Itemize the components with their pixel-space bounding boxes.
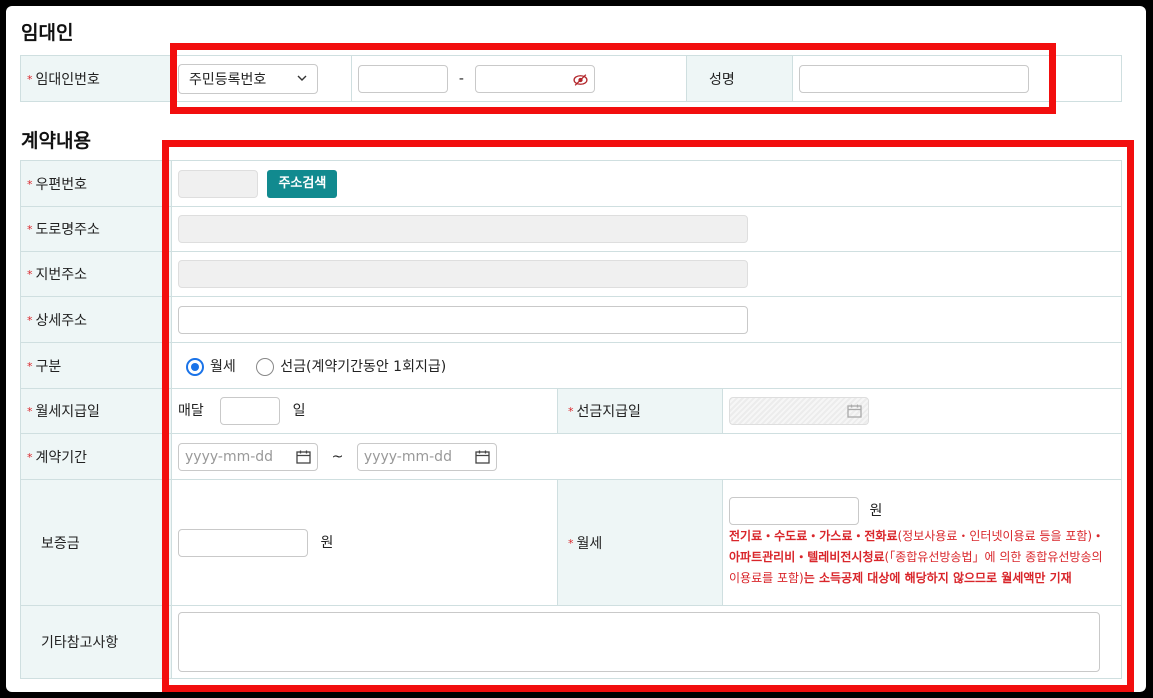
remarks-label-cell: 기타참고사항 — [20, 605, 172, 679]
postal-label: 우편번호 — [35, 176, 88, 193]
road-address-label: 도로명주소 — [35, 222, 100, 238]
remarks-label: 기타참고사항 — [41, 635, 119, 651]
lessor-section-title: 임대인 — [21, 22, 74, 44]
road-address-label-cell: * 도로명주소 — [20, 206, 172, 252]
required-mark: * — [27, 405, 33, 418]
type-label-cell: * 구분 — [20, 342, 172, 389]
highlight-box-contract — [162, 140, 1134, 692]
required-mark: * — [27, 359, 33, 373]
detail-address-label: 상세주소 — [35, 312, 88, 329]
period-label-cell: * 계약기간 — [20, 433, 172, 480]
deposit-label-cell: 보증금 — [20, 479, 172, 606]
required-mark: * — [27, 268, 33, 281]
postal-label-cell: * 우편번호 — [20, 160, 172, 207]
lot-address-label: 지번주소 — [35, 267, 88, 283]
deposit-label: 보증금 — [41, 535, 80, 552]
type-label: 구분 — [35, 358, 62, 375]
highlight-box-lessor — [170, 43, 1056, 114]
detail-address-label-cell: * 상세주소 — [20, 296, 172, 343]
required-mark: * — [27, 177, 33, 191]
period-label: 계약기간 — [35, 449, 88, 466]
rent-payday-label: 월세지급일 — [35, 404, 100, 420]
required-mark: * — [27, 72, 33, 86]
lessor-id-label: 임대인번호 — [35, 71, 100, 88]
lot-address-label-cell: * 지번주소 — [20, 251, 172, 297]
contract-section-title: 계약내용 — [21, 130, 91, 152]
required-mark: * — [27, 223, 33, 236]
required-mark: * — [27, 450, 33, 464]
lessor-id-label-cell: * 임대인번호 — [20, 55, 172, 102]
page-frame: 임대인 * 임대인번호 주민등록번호 - 성명 계약내용 * 우편번호 주소검색… — [6, 6, 1146, 692]
rent-payday-label-cell: * 월세지급일 — [20, 388, 172, 434]
required-mark: * — [27, 313, 33, 327]
